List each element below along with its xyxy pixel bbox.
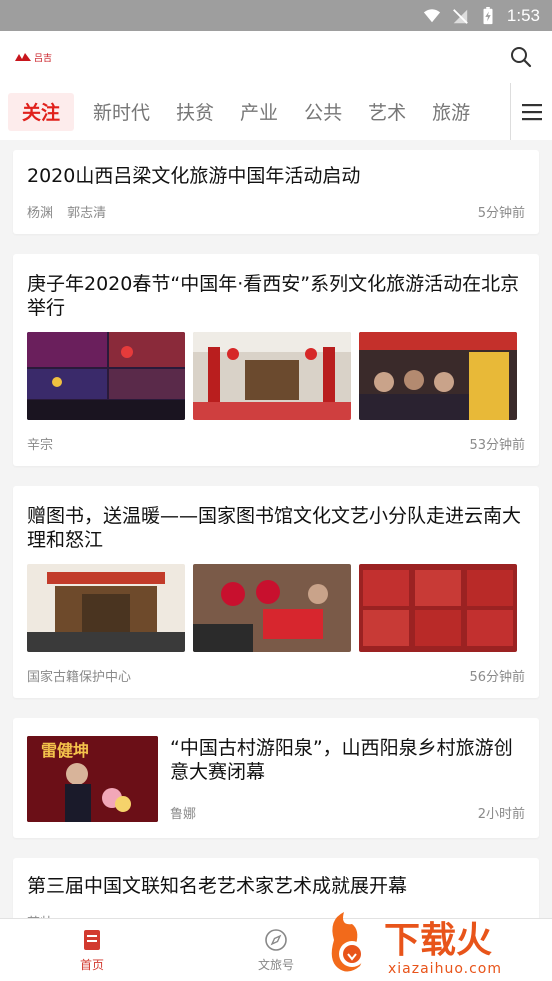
app-logo[interactable]: 吕吉 [14, 51, 52, 64]
no-signal-icon [452, 8, 468, 24]
compass-icon [265, 928, 287, 951]
article-image[interactable]: 雷健坤 [27, 736, 158, 822]
article-card[interactable]: 雷健坤 “中国古村游阳泉”，山西阳泉乡村旅游创意大赛闭幕 鲁娜 2小时前 [13, 718, 539, 838]
article-meta: 杨渊 郭志清 5分钟前 [13, 202, 539, 221]
nav-home-label: 首页 [79, 957, 104, 972]
article-author: 杨渊 [27, 206, 54, 221]
article-meta: 国家古籍保护中心 56分钟前 [13, 666, 539, 685]
article-title[interactable]: 2020山西吕梁文化旅游中国年活动启动 [13, 164, 539, 188]
article-card[interactable]: 第三届中国文联知名老艺术家艺术成就展开幕 苏帅 [13, 858, 539, 918]
article-time: 53分钟前 [469, 438, 525, 453]
battery-charging-icon [483, 6, 493, 24]
article-meta: 辛宗 53分钟前 [13, 434, 539, 453]
search-icon[interactable] [510, 46, 532, 68]
article-image[interactable] [27, 564, 185, 652]
article-card[interactable]: 赠图书，送温暖——国家图书馆文化文艺小分队走进云南大理和怒江 国家古籍保护中心 … [13, 486, 539, 698]
logo-mark-icon [15, 53, 31, 61]
article-author: 鲁娜 [170, 807, 197, 822]
watermark-brand: 下载火 [384, 920, 492, 961]
nav-home[interactable]: 首页 [0, 919, 184, 981]
article-image[interactable] [359, 564, 517, 652]
category-tabs: 关注 新时代 扶贫 产业 公共 艺术 旅游 [0, 83, 552, 140]
article-title[interactable]: 庚子年2020春节“中国年·看西安”系列文化旅游活动在北京举行 [13, 272, 539, 320]
hamburger-menu-icon [521, 103, 542, 120]
tab-poverty[interactable]: 扶贫 [163, 93, 227, 131]
article-meta: 鲁娜 2小时前 [170, 803, 525, 822]
article-title[interactable]: 赠图书，送温暖——国家图书馆文化文艺小分队走进云南大理和怒江 [13, 504, 539, 552]
article-time: 56分钟前 [469, 670, 525, 685]
watermark-logo: 下载火 xiazaihuo.com [331, 912, 502, 977]
tab-travel[interactable]: 旅游 [419, 93, 483, 131]
watermark: 下载火 xiazaihuo.com [326, 910, 546, 978]
article-author: 辛宗 [27, 438, 54, 453]
home-icon [84, 929, 100, 950]
wifi-icon [423, 8, 441, 22]
article-image[interactable] [27, 332, 185, 420]
article-title[interactable]: “中国古村游阳泉”，山西阳泉乡村旅游创意大赛闭幕 [170, 736, 525, 784]
watermark-url: xiazaihuo.com [388, 961, 502, 977]
app-header: 吕吉 [0, 31, 552, 83]
menu-button[interactable] [510, 83, 552, 140]
article-image[interactable] [193, 564, 351, 652]
tab-public[interactable]: 公共 [291, 93, 355, 131]
logo-text: 吕吉 [34, 53, 53, 64]
nav-wenlv-label: 文旅号 [257, 957, 294, 972]
status-time: 1:53 [506, 5, 540, 25]
news-feed: 2020山西吕梁文化旅游中国年活动启动 杨渊 郭志清 5分钟前 庚子年2020春… [0, 140, 552, 918]
article-author: 国家古籍保护中心 [27, 670, 132, 685]
tab-industry[interactable]: 产业 [227, 93, 291, 131]
tab-art[interactable]: 艺术 [355, 93, 419, 131]
article-thumbnails [13, 564, 539, 652]
article-time: 2小时前 [477, 807, 525, 822]
article-image[interactable] [193, 332, 351, 420]
article-time: 5分钟前 [477, 206, 525, 221]
article-title[interactable]: 第三届中国文联知名老艺术家艺术成就展开幕 [13, 874, 539, 898]
status-bar: 1:53 [0, 0, 552, 31]
tab-new-era[interactable]: 新时代 [80, 93, 163, 131]
article-image[interactable] [359, 332, 517, 420]
article-card[interactable]: 2020山西吕梁文化旅游中国年活动启动 杨渊 郭志清 5分钟前 [13, 150, 539, 234]
article-card[interactable]: 庚子年2020春节“中国年·看西安”系列文化旅游活动在北京举行 辛宗 53分钟前 [13, 254, 539, 466]
article-image-caption: 雷健坤 [41, 741, 90, 760]
tab-follow[interactable]: 关注 [8, 92, 75, 131]
article-thumbnails [13, 332, 539, 420]
article-author: 郭志清 [67, 206, 107, 221]
